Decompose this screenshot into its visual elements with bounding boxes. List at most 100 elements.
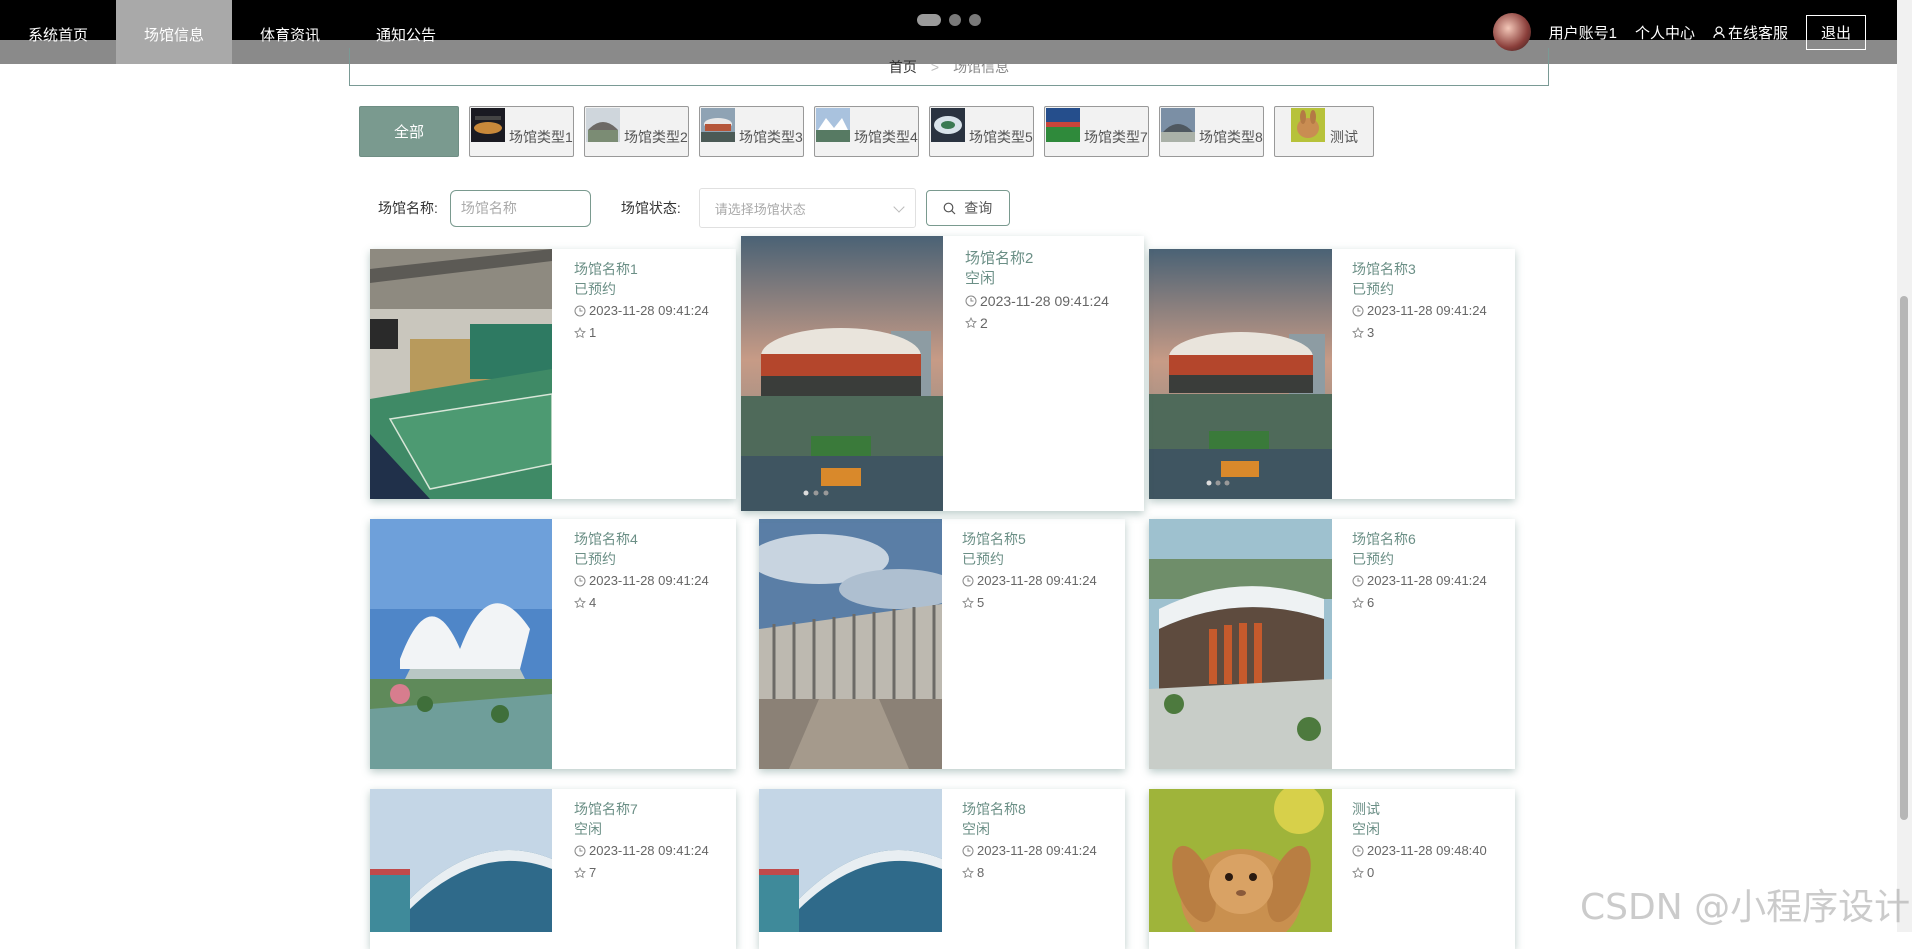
venue-image [759,519,942,769]
venue-time-row: 2023-11-28 09:41:24 [574,301,709,321]
search-icon [943,202,956,214]
clock-icon [574,575,586,587]
venue-card[interactable]: 场馆名称1 已预约 2023-11-28 09:41:24 1 [370,249,736,499]
tab-label: 场馆类型1 [509,129,573,145]
venue-name: 场馆名称7 [574,801,638,817]
venue-type-thumbnail [471,108,505,142]
tab-venue-type[interactable]: 场馆类型1 [469,106,574,157]
venue-card[interactable]: 场馆名称8 空闲 2023-11-28 09:41:24 8 [759,789,1125,949]
watermark: CSDN @小程序设计 [1580,887,1911,928]
venue-image [370,789,552,932]
category-tabs: 全部 场馆类型1 场馆类型2 场馆类型3 场馆类型4 场馆类型5 场馆类型7 场… [359,106,1374,157]
star-icon [962,597,974,609]
venue-likes-row: 2 [965,313,1109,333]
venue-likes: 0 [1367,865,1375,880]
venue-info: 场馆名称4 已预约 2023-11-28 09:41:24 4 [574,529,709,613]
star-icon [1352,327,1364,339]
venue-likes-row: 4 [574,593,709,613]
venue-likes: 8 [977,865,985,880]
venue-type-thumbnail [1161,108,1195,142]
venue-name: 场馆名称6 [1352,531,1416,547]
tab-venue-type[interactable]: 场馆类型2 [584,106,689,157]
venue-name-label: 场馆名称: [378,200,438,216]
clock-icon [962,575,974,587]
venue-status-select[interactable]: 请选择场馆状态 [698,188,916,228]
venue-info: 场馆名称3 已预约 2023-11-28 09:41:24 3 [1352,259,1487,343]
venue-image [741,236,943,511]
carousel-dot[interactable] [949,14,961,26]
venue-likes-row: 7 [574,863,709,883]
venue-likes-row: 1 [574,323,709,343]
nav-item-home[interactable]: 系统首页 [0,0,116,64]
tab-venue-type[interactable]: 场馆类型7 [1044,106,1149,157]
venue-type-thumbnail [931,108,965,142]
nav-item-venues[interactable]: 场馆信息 [116,0,232,64]
venue-likes: 2 [980,315,988,331]
venue-info: 场馆名称5 已预约 2023-11-28 09:41:24 5 [962,529,1097,613]
venue-status-placeholder: 请选择场馆状态 [714,201,806,217]
nav-item-sports-news[interactable]: 体育资讯 [232,0,348,64]
personal-center-link[interactable]: 个人中心 [1635,22,1695,43]
avatar[interactable] [1492,13,1531,51]
tab-label: 场馆类型7 [1084,129,1148,145]
tab-venue-type[interactable]: 测试 [1274,106,1374,157]
clock-icon [574,305,586,317]
venue-type-thumbnail [1291,108,1325,142]
venue-time: 2023-11-28 09:41:24 [589,303,709,318]
user-account-link[interactable]: 用户账号1 [1549,22,1617,43]
venue-likes-row: 8 [962,863,1097,883]
star-icon [574,327,586,339]
venue-status: 已预约 [1352,551,1394,567]
venue-card[interactable]: 场馆名称5 已预约 2023-11-28 09:41:24 5 [759,519,1125,769]
venue-likes-row: 3 [1352,323,1487,343]
venue-status: 已预约 [1352,281,1394,297]
venue-card[interactable]: 场馆名称4 已预约 2023-11-28 09:41:24 4 [370,519,736,769]
venue-time-row: 2023-11-28 09:41:24 [1352,571,1487,591]
venue-card[interactable]: 场馆名称2 空闲 2023-11-28 09:41:24 2 [741,236,1144,511]
user-area: 用户账号1 个人中心 在线客服 退出 [1492,13,1866,51]
query-button[interactable]: 查询 [925,190,1010,226]
venue-status: 空闲 [1352,821,1380,837]
venue-info: 场馆名称6 已预约 2023-11-28 09:41:24 6 [1352,529,1487,613]
venue-info: 场馆名称1 已预约 2023-11-28 09:41:24 1 [574,259,709,343]
venue-type-thumbnail [1046,108,1080,142]
chevron-down-icon [893,201,905,213]
venue-time: 2023-11-28 09:41:24 [977,843,1097,858]
venue-time-row: 2023-11-28 09:41:24 [574,571,709,591]
page-scrollbar-thumb[interactable] [1900,296,1908,820]
venue-likes-row: 6 [1352,593,1487,613]
logout-button[interactable]: 退出 [1805,14,1866,50]
venue-name: 场馆名称2 [965,250,1034,267]
tab-venue-type[interactable]: 场馆类型5 [929,106,1034,157]
venue-type-thumbnail [701,108,735,142]
venue-card[interactable]: 场馆名称3 已预约 2023-11-28 09:41:24 3 [1149,249,1515,499]
breadcrumb-current: 场馆信息 [953,58,1010,75]
tab-all[interactable]: 全部 [359,106,459,157]
tab-label: 测试 [1330,129,1358,145]
venue-image [1149,789,1332,932]
venue-time: 2023-11-28 09:41:24 [589,843,709,858]
venue-name: 测试 [1352,801,1380,817]
carousel-dot[interactable] [969,14,981,26]
venue-card[interactable]: 测试 空闲 2023-11-28 09:48:40 0 [1149,789,1515,949]
venue-name: 场馆名称5 [962,531,1026,547]
venue-status: 空闲 [962,821,990,837]
venue-info: 测试 空闲 2023-11-28 09:48:40 0 [1352,799,1487,883]
online-service-label: 在线客服 [1727,24,1788,42]
tab-venue-type[interactable]: 场馆类型3 [699,106,804,157]
online-service-link[interactable]: 在线客服 [1713,22,1788,43]
venue-name-input[interactable]: 场馆名称 [449,189,591,227]
breadcrumb: 首页 > 场馆信息 [349,48,1549,86]
tab-venue-type[interactable]: 场馆类型4 [814,106,919,157]
carousel-dot-active[interactable] [917,14,941,26]
search-bar: 场馆名称: 场馆名称 场馆状态: 请选择场馆状态 查询 [378,188,1010,228]
venue-card[interactable]: 场馆名称7 空闲 2023-11-28 09:41:24 7 [370,789,736,949]
venue-type-thumbnail [816,108,850,142]
breadcrumb-home[interactable]: 首页 [889,57,917,77]
venue-time: 2023-11-28 09:41:24 [980,293,1109,309]
query-button-label: 查询 [964,200,993,216]
venue-name: 场馆名称1 [574,261,638,277]
tab-label: 场馆类型3 [739,129,803,145]
venue-card[interactable]: 场馆名称6 已预约 2023-11-28 09:41:24 6 [1149,519,1515,769]
tab-venue-type[interactable]: 场馆类型8 [1159,106,1264,157]
